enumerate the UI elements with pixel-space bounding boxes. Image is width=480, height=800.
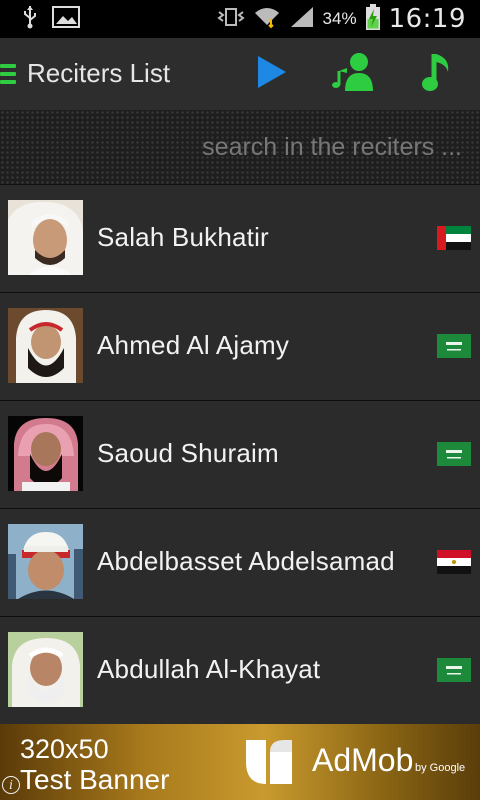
saudi-flag-icon xyxy=(437,334,471,358)
list-item[interactable]: Abdullah Al-Khayat xyxy=(0,616,480,724)
saudi-flag-icon xyxy=(437,658,471,682)
reciter-name: Abdelbasset Abdelsamad xyxy=(97,546,395,576)
ad-test-label: Test Banner xyxy=(20,764,170,795)
music-button[interactable] xyxy=(414,52,462,96)
avatar xyxy=(8,524,83,599)
list-item[interactable]: Abdelbasset Abdelsamad xyxy=(0,508,480,616)
reciter-music-button[interactable] xyxy=(330,52,378,96)
saudi-flag-icon xyxy=(437,442,471,466)
search-input[interactable] xyxy=(42,130,462,164)
uae-flag-icon xyxy=(437,226,471,250)
admob-logo-icon xyxy=(240,734,298,790)
play-icon xyxy=(255,54,289,95)
play-button[interactable] xyxy=(248,52,296,96)
status-bar: 34% 16:19 xyxy=(0,0,480,38)
reciter-name: Abdullah Al-Khayat xyxy=(97,654,321,684)
reciter-name: Ahmed Al Ajamy xyxy=(97,330,290,360)
avatar xyxy=(8,632,83,707)
battery-charging-icon xyxy=(365,3,381,36)
reciter-music-icon xyxy=(331,51,377,98)
list-item[interactable]: Ahmed Al Ajamy xyxy=(0,292,480,400)
music-note-icon xyxy=(420,50,456,99)
ad-size-label: 320x50 xyxy=(20,734,109,764)
avatar xyxy=(8,308,83,383)
list-item[interactable]: Saoud Shuraim xyxy=(0,400,480,508)
usb-icon xyxy=(22,5,38,34)
ad-info-icon[interactable]: i xyxy=(2,776,20,794)
battery-percent: 34% xyxy=(322,9,357,28)
reciter-name: Salah Bukhatir xyxy=(97,222,269,252)
wifi-icon xyxy=(253,5,281,34)
clock-time: 16:19 xyxy=(388,4,466,34)
avatar xyxy=(8,416,83,491)
signal-icon xyxy=(289,5,315,34)
page-title: Reciters List xyxy=(27,58,171,88)
search-bar xyxy=(0,110,480,184)
menu-icon[interactable] xyxy=(0,64,16,84)
action-bar: Reciters List xyxy=(0,38,480,110)
egypt-flag-icon xyxy=(437,550,471,574)
admob-brand: AdMob xyxy=(312,742,414,778)
vibrate-icon xyxy=(216,6,245,33)
avatar xyxy=(8,200,83,275)
admob-by-google: by Google xyxy=(415,762,466,774)
list-item[interactable]: Salah Bukhatir xyxy=(0,184,480,292)
reciter-name: Saoud Shuraim xyxy=(97,438,279,468)
image-icon xyxy=(52,6,80,33)
reciters-list: Salah Bukhatir Ahmed Al Ajamy Saoud Shur… xyxy=(0,184,480,724)
ad-banner[interactable]: 320x50 Test Banner i AdMob by Google xyxy=(0,724,480,800)
